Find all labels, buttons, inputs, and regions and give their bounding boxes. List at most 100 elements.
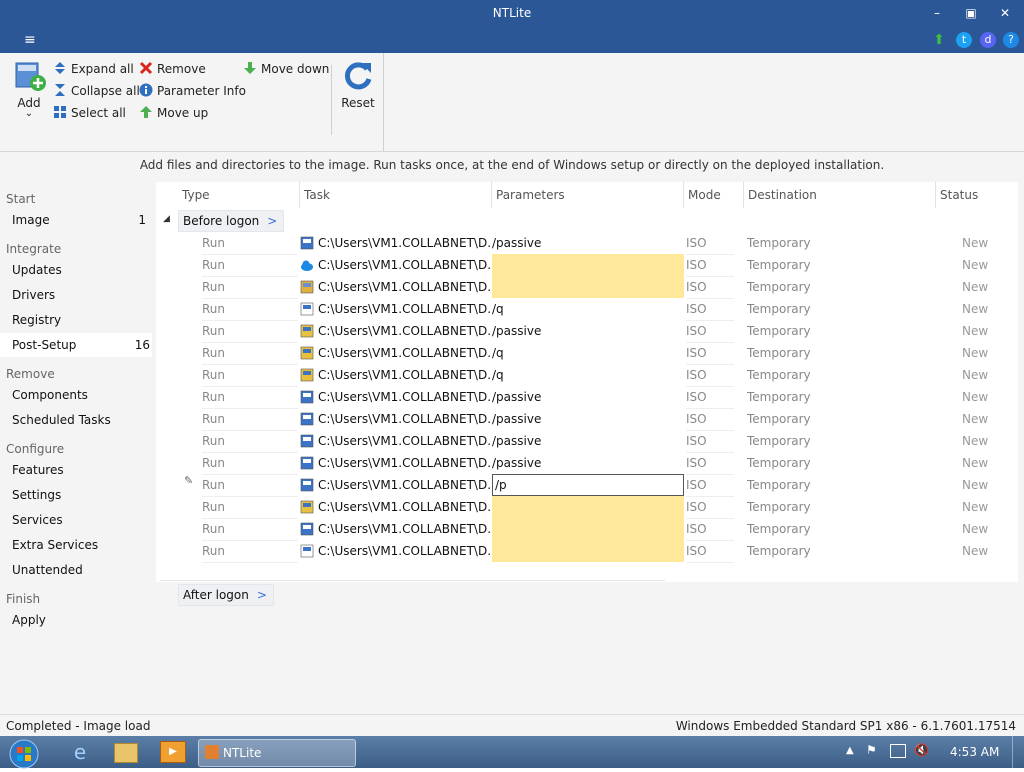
column-header-mode[interactable]: Mode (684, 182, 744, 208)
parameter-input[interactable]: /p (492, 474, 684, 496)
sidebar-item-extra-services[interactable]: Extra Services (0, 533, 152, 557)
column-header-type[interactable]: Type (178, 182, 300, 208)
cell-task[interactable]: C:\Users\VM1.COLLABNET\D... (300, 496, 490, 518)
cell-parameters[interactable]: /passive (492, 386, 684, 408)
cell-mode[interactable]: ISO (686, 474, 734, 497)
cell-task[interactable]: C:\Users\VM1.COLLABNET\D... (300, 342, 490, 364)
collapse-all-button[interactable]: Collapse all (53, 82, 140, 100)
cell-destination[interactable]: Temporary (747, 430, 867, 452)
cell-mode[interactable]: ISO (686, 496, 734, 519)
cell-destination[interactable]: Temporary (747, 496, 867, 518)
table-row[interactable]: Run C:\Users\VM1.COLLABNET\D.../passive IS… (156, 232, 1018, 255)
table-row[interactable]: Run C:\Users\VM1.COLLABNET\D... ISO Tempora… (156, 518, 1018, 541)
cell-parameters[interactable] (492, 496, 684, 518)
cell-task[interactable]: C:\Users\VM1.COLLABNET\D... (300, 364, 490, 386)
select-all-button[interactable]: Select all (53, 104, 126, 122)
table-row[interactable]: Run C:\Users\VM1.COLLABNET\D.../passive IS… (156, 320, 1018, 343)
group-after-logon[interactable]: After logon > (178, 584, 274, 606)
update-arrow-icon[interactable]: ⬆ (931, 32, 947, 48)
flag-icon[interactable]: ⚑ (866, 743, 882, 759)
cell-mode[interactable]: ISO (686, 364, 734, 387)
cell-destination[interactable]: Temporary (747, 452, 867, 474)
cell-parameters[interactable] (492, 518, 684, 540)
cell-parameters[interactable]: /passive (492, 232, 684, 254)
show-hidden-icons-icon[interactable]: ▲ (846, 745, 854, 756)
cell-parameters[interactable] (492, 276, 684, 298)
table-row[interactable]: Run C:\Users\VM1.COLLABNET\D.../q ISO Tempo… (156, 342, 1018, 365)
table-row[interactable]: Run C:\Users\VM1.COLLABNET\D.../passive IS… (156, 430, 1018, 453)
parameter-info-button[interactable]: Parameter Info (139, 82, 246, 100)
cell-parameters[interactable]: /q (492, 364, 684, 386)
cell-parameters[interactable] (492, 254, 684, 276)
cell-destination[interactable]: Temporary (747, 342, 867, 364)
remove-button[interactable]: Remove (139, 60, 206, 78)
cell-task[interactable]: C:\Users\VM1.COLLABNET\D... (300, 474, 490, 496)
group-collapse-triangle-icon[interactable]: ◢ (163, 214, 170, 224)
column-header-task[interactable]: Task (300, 182, 492, 208)
sidebar-item-scheduled-tasks[interactable]: Scheduled Tasks (0, 408, 152, 432)
sidebar-item-unattended[interactable]: Unattended (0, 558, 152, 582)
twitter-icon[interactable]: t (956, 32, 972, 48)
cell-task[interactable]: C:\Users\VM1.COLLABNET\D... (300, 430, 490, 452)
cell-task[interactable]: C:\Users\VM1.COLLABNET\D... (300, 276, 490, 298)
cell-destination[interactable]: Temporary (747, 540, 867, 562)
table-row[interactable]: Run C:\Users\VM1.COLLABNET\D... ISO Tempora… (156, 276, 1018, 299)
discord-icon[interactable]: d (980, 32, 996, 48)
cell-task[interactable]: C:\Users\VM1.COLLABNET\D... (300, 298, 490, 320)
sidebar-item-image[interactable]: Image 1 (0, 208, 152, 232)
close-button[interactable]: ✕ (994, 4, 1016, 22)
cell-mode[interactable]: ISO (686, 452, 734, 475)
table-row[interactable]: Run C:\Users\VM1.COLLABNET\D.../q ISO Tempo… (156, 298, 1018, 321)
help-icon[interactable]: ? (1003, 32, 1019, 48)
move-down-button[interactable]: Move down (243, 60, 329, 78)
cell-mode[interactable]: ISO (686, 430, 734, 453)
cell-mode[interactable]: ISO (686, 320, 734, 343)
cell-task[interactable]: C:\Users\VM1.COLLABNET\D... (300, 540, 490, 562)
add-button[interactable]: Add ⌄ (8, 59, 50, 123)
table-row[interactable]: Run C:\Users\VM1.COLLABNET\D... ISO Tempora… (156, 496, 1018, 519)
cell-mode[interactable]: ISO (686, 276, 734, 299)
column-header-destination[interactable]: Destination (744, 182, 936, 208)
table-row[interactable]: Run C:\Users\VM1.COLLABNET\D.../q ISO Tempo… (156, 364, 1018, 387)
cell-task[interactable]: C:\Users\VM1.COLLABNET\D... (300, 452, 490, 474)
sidebar-item-components[interactable]: Components (0, 383, 152, 407)
cell-mode[interactable]: ISO (686, 518, 734, 541)
column-header-status[interactable]: Status (936, 182, 1018, 208)
sidebar-item-post-setup[interactable]: Post-Setup 16 (0, 333, 152, 357)
cell-destination[interactable]: Temporary (747, 518, 867, 540)
show-desktop-button[interactable] (1012, 736, 1024, 768)
table-row[interactable]: Run C:\Users\VM1.COLLABNET\D.../passive IS… (156, 408, 1018, 431)
table-row[interactable]: Run C:\Users\VM1.COLLABNET\D.../passive IS… (156, 452, 1018, 475)
cell-mode[interactable]: ISO (686, 298, 734, 321)
table-row[interactable]: Run C:\Users\VM1.COLLABNET\D... ISO Tempora… (156, 254, 1018, 277)
minimize-button[interactable]: – (926, 4, 948, 22)
restore-button[interactable]: ▣ (960, 4, 982, 22)
cell-destination[interactable]: Temporary (747, 474, 867, 496)
cell-mode[interactable]: ISO (686, 408, 734, 431)
sidebar-item-features[interactable]: Features (0, 458, 152, 482)
media-player-icon[interactable]: ▶ (160, 741, 186, 763)
internet-explorer-icon[interactable]: e (66, 739, 94, 765)
sidebar-item-services[interactable]: Services (0, 508, 152, 532)
sidebar-item-drivers[interactable]: Drivers (0, 283, 152, 307)
cell-mode[interactable]: ISO (686, 342, 734, 365)
sidebar-item-registry[interactable]: Registry (0, 308, 152, 332)
move-up-button[interactable]: Move up (139, 104, 208, 122)
table-row[interactable]: ✎ Run C:\Users\VM1.COLLABNET\D.../p ISO Temp… (156, 474, 1018, 497)
explorer-folder-icon[interactable] (114, 743, 138, 763)
cell-parameters[interactable]: /passive (492, 452, 684, 474)
table-row[interactable]: Run C:\Users\VM1.COLLABNET\D... ISO Tempora… (156, 540, 1018, 563)
clock[interactable]: 4:53 AM (950, 745, 999, 759)
cell-destination[interactable]: Temporary (747, 408, 867, 430)
taskbar-ntlite-button[interactable]: NTLite (198, 739, 356, 767)
cell-mode[interactable]: ISO (686, 386, 734, 409)
cell-destination[interactable]: Temporary (747, 386, 867, 408)
cell-task[interactable]: C:\Users\VM1.COLLABNET\D... (300, 386, 490, 408)
cell-mode[interactable]: ISO (686, 254, 734, 277)
cell-task[interactable]: C:\Users\VM1.COLLABNET\D... (300, 232, 490, 254)
cell-destination[interactable]: Temporary (747, 320, 867, 342)
reset-button[interactable]: Reset (338, 59, 378, 123)
hamburger-menu-icon[interactable]: ≡ (24, 32, 40, 48)
table-row[interactable]: Run C:\Users\VM1.COLLABNET\D.../passive IS… (156, 386, 1018, 409)
cell-parameters[interactable]: /passive (492, 408, 684, 430)
